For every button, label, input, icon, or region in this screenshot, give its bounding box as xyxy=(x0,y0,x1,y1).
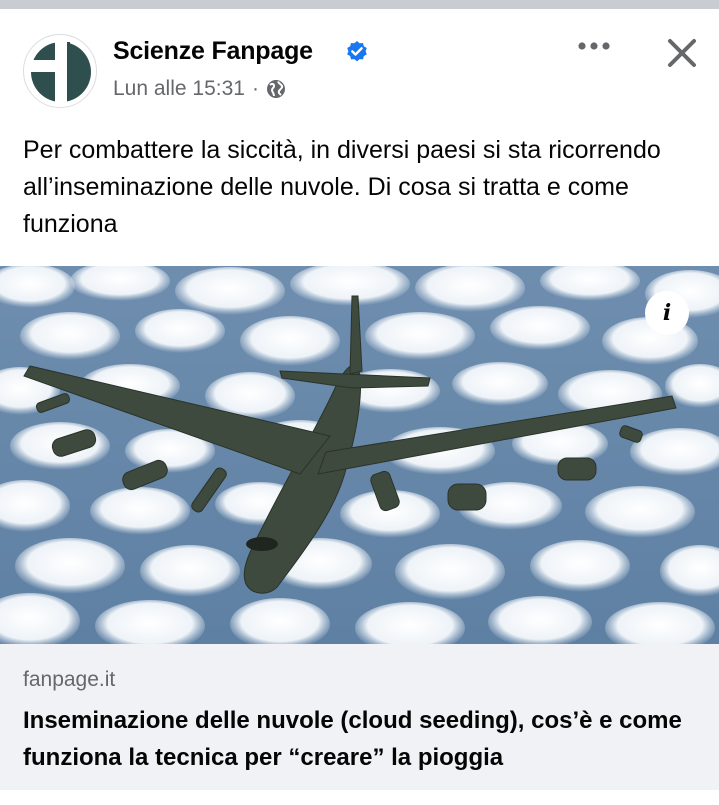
more-horizontal-icon xyxy=(578,42,610,50)
verified-badge-icon xyxy=(345,40,369,64)
top-divider xyxy=(0,0,719,9)
close-button[interactable] xyxy=(660,31,706,77)
link-preview-card[interactable]: fanpage.it Inseminazione delle nuvole (c… xyxy=(0,644,719,790)
post-meta: Lun alle 15:31 · xyxy=(113,77,287,101)
close-icon xyxy=(668,39,696,67)
post-timestamp[interactable]: Lun alle 15:31 xyxy=(113,77,245,101)
link-domain: fanpage.it xyxy=(23,668,116,691)
bottom-spacer xyxy=(0,790,719,805)
airplane-over-clouds-image xyxy=(0,266,719,644)
post-image[interactable] xyxy=(0,266,719,644)
more-options-button[interactable] xyxy=(573,31,619,61)
page-avatar[interactable] xyxy=(23,34,97,108)
post-text: Per combattere la siccità, in diversi pa… xyxy=(23,136,661,238)
meta-separator: · xyxy=(251,77,259,100)
info-button[interactable]: i xyxy=(645,291,689,335)
post-header: Scienze Fanpage Lun alle 15:31 · xyxy=(0,9,719,127)
fanpage-logo-icon xyxy=(31,42,91,102)
globe-icon xyxy=(265,78,287,100)
page-name[interactable]: Scienze Fanpage xyxy=(113,37,313,66)
link-title: Inseminazione delle nuvole (cloud seedin… xyxy=(23,707,682,771)
